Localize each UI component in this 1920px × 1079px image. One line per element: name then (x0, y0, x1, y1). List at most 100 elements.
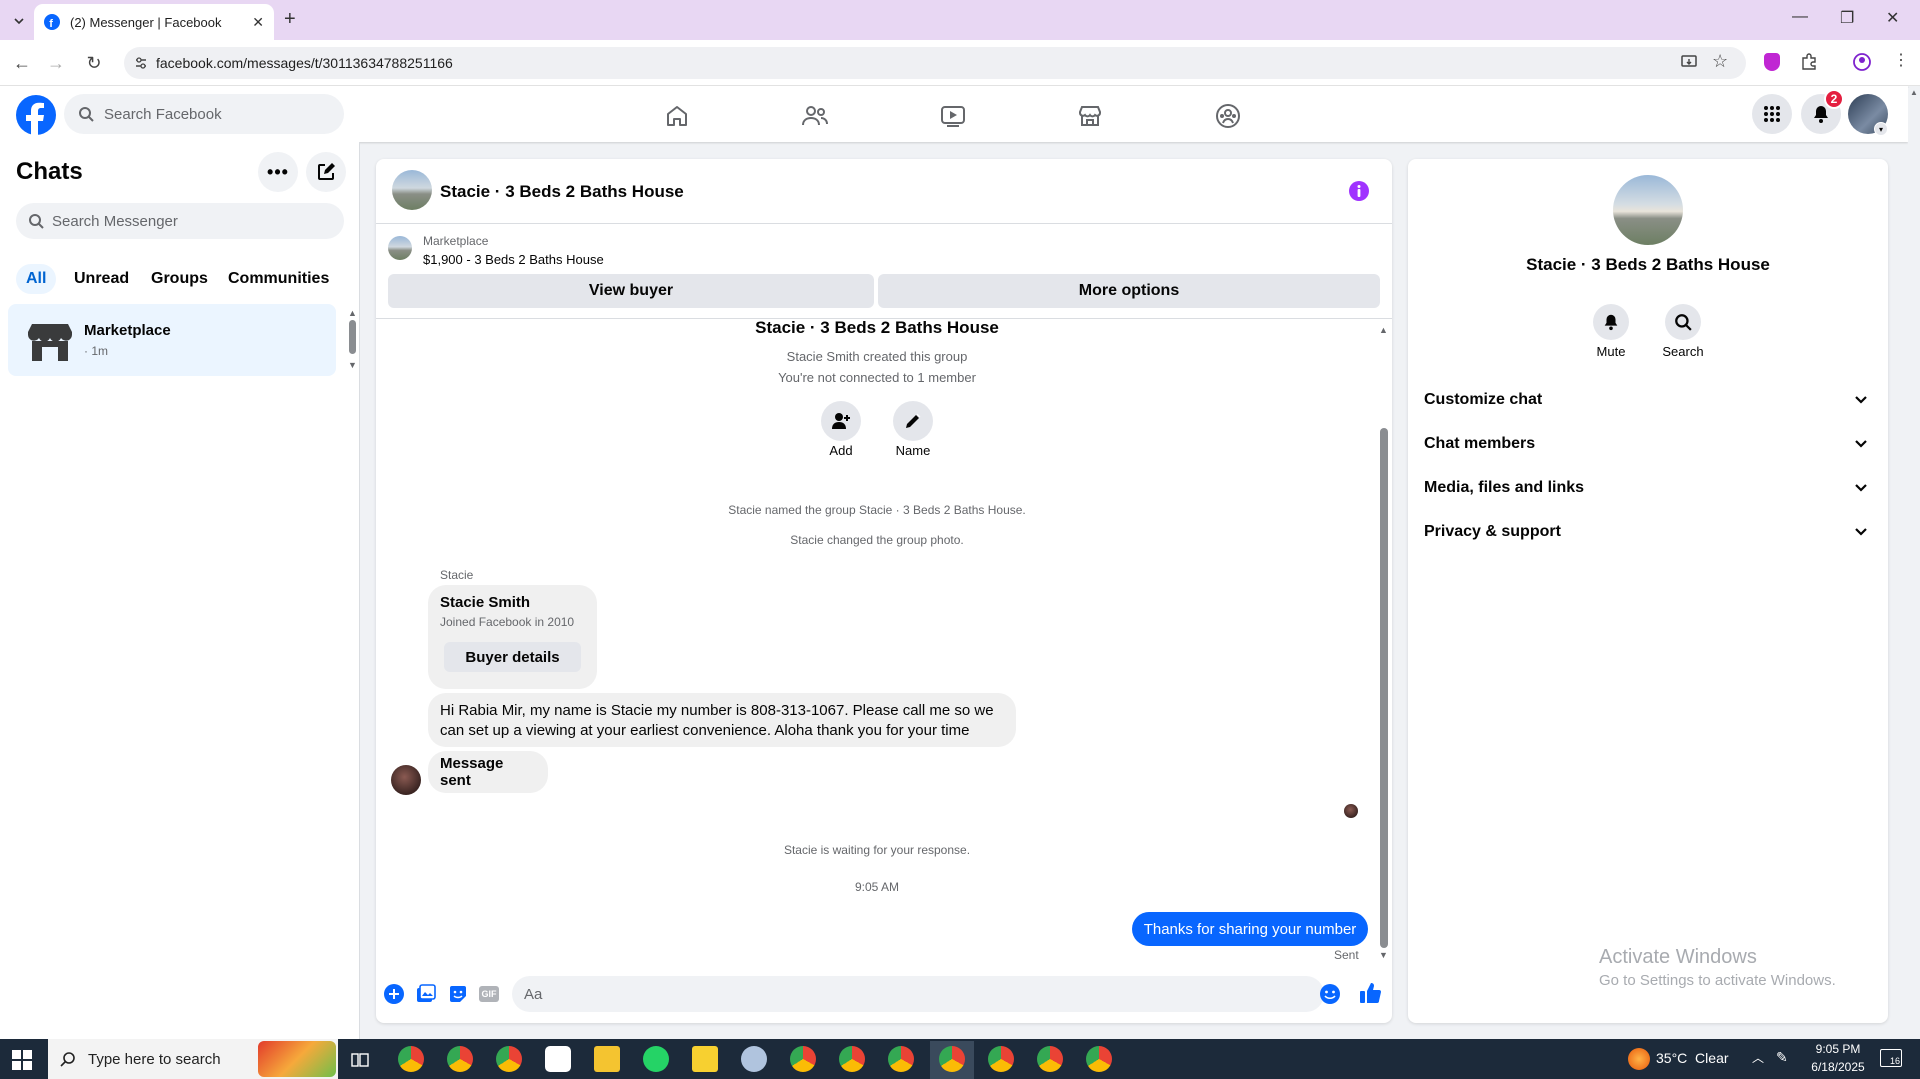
buyer-card-name: Stacie Smith (440, 594, 531, 611)
facebook-search[interactable]: Search Facebook (64, 94, 344, 134)
install-app-icon[interactable] (1680, 53, 1698, 71)
sticky-notes-icon[interactable] (692, 1046, 718, 1072)
scroll-down-icon[interactable]: ▼ (1379, 950, 1388, 960)
tab-title: (2) Messenger | Facebook (70, 14, 222, 30)
gif-icon[interactable]: GIF (479, 986, 499, 1002)
add-member-icon[interactable] (821, 401, 861, 441)
listing-thumbnail[interactable] (388, 236, 412, 260)
app-taskbar-icon[interactable] (741, 1046, 767, 1072)
friends-icon[interactable] (795, 100, 835, 132)
file-explorer-icon[interactable] (594, 1046, 620, 1072)
menu-grid-icon[interactable] (1752, 94, 1792, 134)
message-bubble[interactable]: Hi Rabia Mir, my name is Stacie my numbe… (428, 693, 1016, 747)
home-icon[interactable] (657, 100, 697, 132)
show-hidden-icons-icon[interactable]: ︿ (1752, 1049, 1764, 1066)
conversation-scrollbar[interactable] (1380, 428, 1388, 948)
restore-icon[interactable]: ❐ (1840, 8, 1854, 28)
group-photo[interactable] (392, 170, 432, 210)
sticker-icon[interactable] (448, 984, 468, 1004)
capcut-taskbar-icon[interactable] (545, 1046, 571, 1072)
address-bar[interactable]: facebook.com/messages/t/3011363478825116… (124, 47, 1746, 79)
chrome-taskbar-icon[interactable] (939, 1046, 965, 1072)
close-window-icon[interactable]: ✕ (1886, 8, 1899, 28)
marketplace-icon[interactable] (1070, 100, 1110, 132)
whatsapp-icon[interactable] (643, 1046, 669, 1072)
chrome-taskbar-icon[interactable] (888, 1046, 914, 1072)
notification-center-icon[interactable]: 16 (1880, 1049, 1902, 1067)
buyer-details-button[interactable]: Buyer details (444, 642, 581, 672)
conversation-info-icon[interactable] (1348, 180, 1370, 202)
new-tab-icon[interactable]: + (284, 8, 296, 31)
filter-communities[interactable]: Communities (228, 264, 329, 294)
attach-photo-icon[interactable] (416, 984, 436, 1004)
bookmark-star-icon[interactable]: ☆ (1712, 51, 1728, 72)
privacy-support-section[interactable]: Privacy & support (1424, 510, 1876, 554)
page-scrollbar[interactable]: ▲ (1908, 88, 1920, 1040)
chrome-taskbar-icon[interactable] (988, 1046, 1014, 1072)
pen-icon[interactable]: ✎ (1776, 1049, 1788, 1066)
extension-shield-icon[interactable] (1764, 53, 1780, 71)
emoji-icon[interactable] (1319, 983, 1341, 1005)
chat-list-scrollbar[interactable] (349, 320, 356, 354)
profile-icon[interactable] (1852, 52, 1872, 72)
clock-time[interactable]: 9:05 PM (1802, 1042, 1874, 1056)
messenger-search[interactable]: Search Messenger (16, 203, 344, 239)
close-tab-icon[interactable]: ✕ (252, 14, 264, 31)
account-chevron-icon[interactable]: ▾ (1874, 122, 1888, 136)
task-view-icon[interactable] (350, 1050, 370, 1070)
like-thumb-icon[interactable] (1358, 981, 1382, 1005)
minimize-icon[interactable]: — (1792, 8, 1808, 26)
listing-detail[interactable]: $1,900 - 3 Beds 2 Baths House (423, 252, 604, 267)
weather-text[interactable]: 35°C Clear (1656, 1050, 1729, 1066)
scroll-up-icon[interactable]: ▲ (1379, 325, 1388, 335)
clock-date[interactable]: 6/18/2025 (1802, 1060, 1874, 1074)
filter-unread[interactable]: Unread (74, 264, 129, 294)
chrome-taskbar-icon[interactable] (496, 1046, 522, 1072)
chrome-menu-icon[interactable]: ⋮ (1893, 50, 1909, 70)
site-info-icon[interactable] (134, 56, 148, 70)
search-conversation-icon[interactable] (1665, 304, 1701, 340)
facebook-logo-icon[interactable] (16, 95, 56, 135)
weather-sun-icon[interactable] (1628, 1048, 1650, 1070)
chrome-taskbar-icon[interactable] (1037, 1046, 1063, 1072)
message-bubble[interactable]: Message sent (428, 751, 548, 793)
browser-tab[interactable]: f (2) Messenger | Facebook ✕ (34, 4, 274, 40)
back-icon[interactable]: ← (6, 47, 38, 79)
chrome-taskbar-icon[interactable] (447, 1046, 473, 1072)
chrome-taskbar-icon[interactable] (839, 1046, 865, 1072)
scroll-up-icon[interactable]: ▲ (348, 308, 357, 318)
filter-all[interactable]: All (16, 264, 57, 294)
chrome-taskbar-icon[interactable] (398, 1046, 424, 1072)
my-message-bubble[interactable]: Thanks for sharing your number (1132, 912, 1368, 946)
info-group-name: Stacie · 3 Beds 2 Baths House (1526, 255, 1770, 274)
chat-members-section[interactable]: Chat members (1424, 422, 1876, 466)
chrome-taskbar-icon[interactable] (1086, 1046, 1112, 1072)
more-options-button[interactable]: More options (878, 274, 1380, 308)
activate-windows-subtitle: Go to Settings to activate Windows. (1599, 972, 1836, 989)
chat-list-item[interactable]: Marketplace · 1m (8, 304, 336, 376)
groups-icon[interactable] (1208, 100, 1248, 132)
sender-avatar[interactable] (391, 765, 421, 795)
chrome-taskbar-icon[interactable] (790, 1046, 816, 1072)
mute-bell-icon[interactable] (1593, 304, 1629, 340)
conversation-title[interactable]: Stacie · 3 Beds 2 Baths House (440, 182, 684, 202)
edit-name-icon[interactable] (893, 401, 933, 441)
more-actions-icon[interactable] (384, 984, 404, 1004)
extensions-puzzle-icon[interactable] (1800, 52, 1818, 70)
video-icon[interactable] (933, 100, 973, 132)
forward-icon[interactable]: → (40, 47, 72, 79)
scroll-down-icon[interactable]: ▼ (348, 360, 357, 370)
view-buyer-button[interactable]: View buyer (388, 274, 874, 308)
chats-options-icon[interactable]: ••• (258, 152, 298, 192)
reload-icon[interactable]: ↻ (78, 47, 110, 79)
windows-start-icon[interactable] (12, 1050, 32, 1070)
info-group-photo[interactable] (1613, 175, 1683, 245)
media-files-links-section[interactable]: Media, files and links (1424, 466, 1876, 510)
new-message-icon[interactable] (306, 152, 346, 192)
scroll-up-icon[interactable]: ▲ (1908, 88, 1920, 97)
customize-chat-section[interactable]: Customize chat (1424, 378, 1876, 422)
conversation-info-panel (1408, 159, 1888, 1023)
message-input[interactable]: Aa (512, 976, 1324, 1012)
tab-search-icon[interactable] (8, 10, 30, 32)
filter-groups[interactable]: Groups (151, 264, 208, 294)
